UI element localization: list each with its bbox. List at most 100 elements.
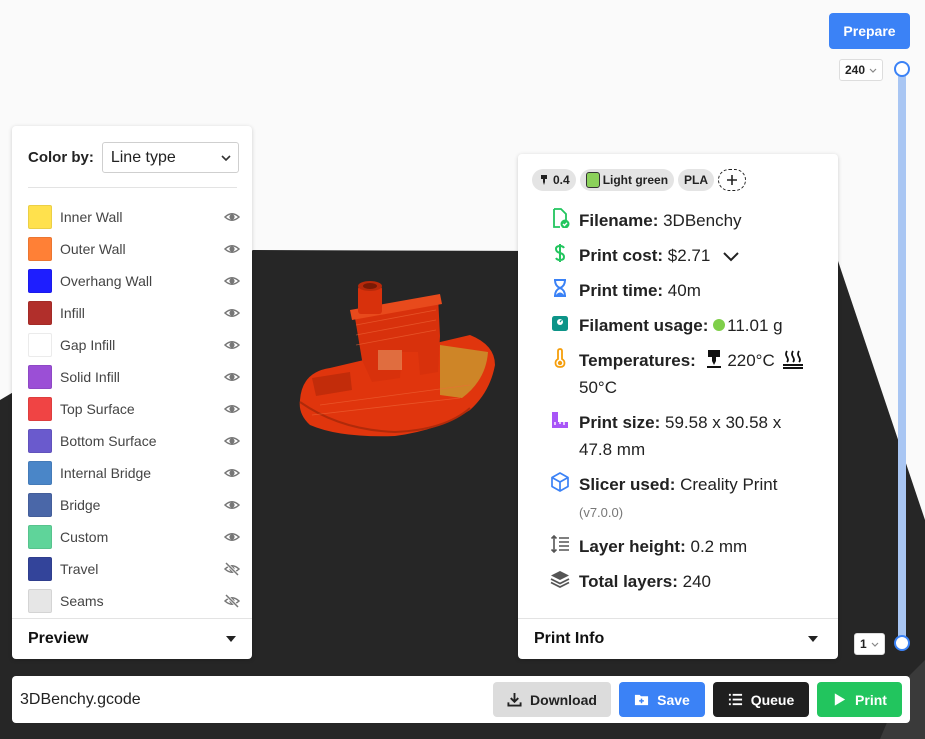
print-size-row: Print size: 59.58 x 30.58 x 47.8 mm [550, 409, 781, 463]
color-swatch [28, 397, 52, 421]
legend-item[interactable]: Bridge [28, 489, 240, 521]
eye-icon[interactable] [224, 305, 240, 321]
legend-item[interactable]: Outer Wall [28, 233, 240, 265]
layer-height-value: 0.2 mm [690, 537, 748, 556]
save-button[interactable]: Save [619, 682, 705, 717]
print-info-title: Print Info [534, 630, 605, 647]
bed-temp-value: 50°C [579, 378, 617, 397]
chevron-down-icon [221, 154, 231, 161]
gcode-filename: 3DBenchy.gcode [20, 690, 141, 708]
color-swatch [28, 461, 52, 485]
legend-item[interactable]: Seams [28, 585, 240, 617]
layer-slider-track[interactable] [898, 69, 906, 644]
eye-off-icon[interactable] [224, 561, 240, 577]
legend-item[interactable]: Overhang Wall [28, 265, 240, 297]
print-cost-row[interactable]: Print cost: $2.71 [550, 242, 740, 269]
folder-plus-icon [635, 694, 649, 706]
material-chip[interactable]: PLA [678, 169, 715, 191]
eye-icon[interactable] [224, 497, 240, 513]
eye-icon[interactable] [224, 241, 240, 257]
line-height-icon [550, 534, 569, 554]
eye-icon[interactable] [224, 529, 240, 545]
bottom-layer-select[interactable]: 1 [854, 633, 885, 655]
preview-footer[interactable]: Preview [12, 618, 252, 659]
color-swatch [28, 365, 52, 389]
print-size-line2: 47.8 mm [579, 440, 646, 459]
layer-height-label: Layer height: [579, 537, 686, 556]
eye-icon[interactable] [224, 369, 240, 385]
legend-label: Solid Infill [60, 369, 120, 385]
slicer-label: Slicer used: [579, 475, 676, 494]
filament-usage-value: 11.01 g [727, 316, 783, 335]
thermometer-icon [554, 348, 566, 368]
eye-icon[interactable] [224, 273, 240, 289]
print-time-value: 40m [667, 281, 701, 300]
legend-label: Custom [60, 529, 109, 545]
print-cost-label: Print cost: [579, 246, 664, 265]
legend-item[interactable]: Gap Infill [28, 329, 240, 361]
legend-item[interactable]: Inner Wall [28, 201, 240, 233]
divider [28, 187, 237, 188]
legend-item[interactable]: Custom [28, 521, 240, 553]
temperatures-row: Temperatures: 220°C 50°C [550, 347, 819, 401]
filament-usage-label: Filament usage: [579, 316, 709, 335]
eye-icon[interactable] [224, 465, 240, 481]
filament-color-dot [713, 319, 726, 331]
eye-icon[interactable] [224, 401, 240, 417]
legend-item[interactable]: Infill [28, 297, 240, 329]
download-button[interactable]: Download [493, 682, 611, 717]
top-layer-select[interactable]: 240 [839, 59, 884, 81]
color-swatch [28, 205, 52, 229]
legend-item[interactable]: Internal Bridge [28, 457, 240, 489]
chevron-down-icon [871, 642, 879, 647]
color-by-select[interactable]: Line type [101, 142, 239, 173]
print-size-line1: 59.58 x 30.58 x [664, 413, 782, 432]
nozzle-chip[interactable]: 0.4 [532, 169, 576, 191]
hourglass-icon [554, 279, 566, 297]
eye-icon[interactable] [224, 337, 240, 353]
line-type-legend: Inner Wall Outer Wall Overhang Wall Infill G… [28, 201, 240, 617]
dollar-icon [554, 244, 566, 262]
color-swatch [28, 557, 52, 581]
eye-icon[interactable] [224, 209, 240, 225]
legend-label: Overhang Wall [60, 273, 153, 289]
caret-down-icon[interactable] [808, 636, 818, 642]
legend-label: Travel [60, 561, 99, 577]
legend-label: Inner Wall [60, 209, 123, 225]
legend-item[interactable]: Top Surface [28, 393, 240, 425]
total-layers-value: 240 [682, 572, 711, 591]
bottom-layer-value: 1 [860, 637, 867, 651]
spool-icon [585, 172, 600, 188]
filament-color-chip[interactable]: Light green [579, 169, 675, 191]
legend-label: Bottom Surface [60, 433, 157, 449]
slicer-value: Creality Print [680, 475, 778, 494]
eye-icon[interactable] [224, 433, 240, 449]
queue-button[interactable]: Queue [713, 682, 809, 717]
chevron-down-icon [869, 68, 877, 73]
top-layer-value: 240 [845, 63, 866, 77]
print-time-label: Print time: [579, 281, 664, 300]
print-info-panel: 0.4 Light green PLA Filename: 3DBenchy P… [518, 154, 838, 659]
print-info-footer[interactable]: Print Info [518, 618, 838, 659]
add-filament-button[interactable] [718, 169, 747, 191]
legend-item[interactable]: Bottom Surface [28, 425, 240, 457]
legend-item[interactable]: Solid Infill [28, 361, 240, 393]
prepare-button[interactable]: Prepare [829, 13, 910, 49]
slicer-row: Slicer used: Creality Print (v7.0.0) [550, 471, 777, 526]
material-name: PLA [684, 173, 709, 187]
chevron-down-icon[interactable] [722, 251, 740, 263]
layer-slider-top-handle[interactable] [894, 61, 910, 77]
legend-item[interactable]: Travel [28, 553, 240, 585]
nozzle-icon [706, 350, 721, 368]
eye-off-icon[interactable] [224, 593, 240, 609]
caret-down-icon[interactable] [226, 636, 236, 642]
print-button[interactable]: Print [817, 682, 902, 717]
file-check-icon [553, 208, 570, 228]
print-cost-value: $2.71 [667, 246, 711, 265]
bottom-bar: 3DBenchy.gcode Download Save Queue Print [12, 676, 910, 723]
total-layers-label: Total layers: [579, 572, 678, 591]
layer-slider-bottom-handle[interactable] [894, 635, 910, 651]
temperatures-label: Temperatures: [579, 351, 696, 370]
print-label: Print [855, 691, 887, 708]
color-swatch [28, 589, 52, 613]
